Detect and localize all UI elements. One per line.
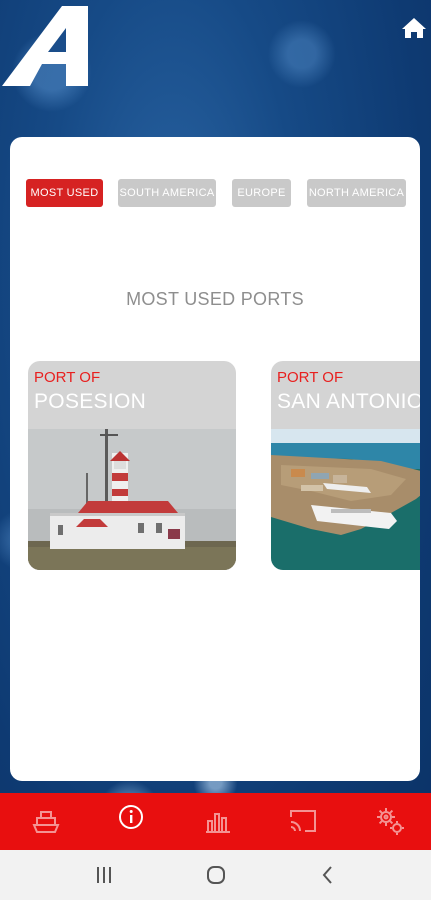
- lighthouse-photo: [28, 429, 236, 570]
- cast-icon[interactable]: [287, 805, 319, 837]
- harbor-photo: [271, 429, 420, 570]
- port-card-san-antonio[interactable]: PORT OF SAN ANTONIO: [271, 361, 420, 570]
- tab-north-america[interactable]: NORTH AMERICA: [307, 179, 406, 207]
- home-icon[interactable]: [401, 16, 427, 40]
- bar-chart-icon[interactable]: [202, 805, 234, 837]
- tab-south-america[interactable]: SOUTH AMERICA: [118, 179, 216, 207]
- tab-most-used[interactable]: MOST USED: [26, 179, 103, 207]
- bottom-nav-bar: [0, 793, 431, 850]
- home-circle-icon[interactable]: [204, 864, 228, 886]
- info-icon[interactable]: [115, 801, 147, 833]
- port-card-posesion[interactable]: PORT OF POSESION: [28, 361, 236, 570]
- section-title: MOST USED PORTS: [126, 289, 304, 309]
- app-logo: [2, 6, 88, 86]
- system-nav-bar: [0, 850, 431, 900]
- back-icon[interactable]: [316, 864, 340, 886]
- port-prefix: PORT OF: [277, 369, 344, 386]
- recent-apps-icon[interactable]: [92, 864, 116, 886]
- ports-panel: MOST USED SOUTH AMERICA EUROPE NORTH AME…: [10, 137, 420, 781]
- port-name: SAN ANTONIO: [277, 390, 420, 413]
- tab-europe[interactable]: EUROPE: [232, 179, 291, 207]
- settings-icon[interactable]: [374, 805, 406, 837]
- region-tabs: MOST USED SOUTH AMERICA EUROPE NORTH AME…: [10, 179, 420, 207]
- port-name: POSESION: [34, 390, 147, 413]
- ship-icon[interactable]: [30, 805, 62, 837]
- port-prefix: PORT OF: [34, 369, 101, 386]
